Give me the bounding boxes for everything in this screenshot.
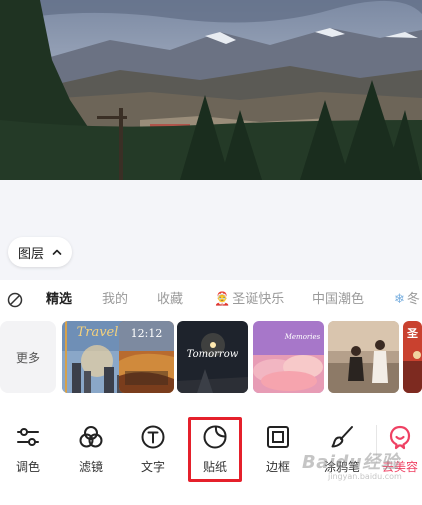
santa-emoji: 🤶 <box>214 292 231 307</box>
chevron-up-icon <box>52 249 62 255</box>
adjust-sliders-icon <box>17 428 39 446</box>
sticker-category-tabs: 精选 我的 收藏 🤶 圣诞快乐 中国潮色 ❄ 冬 <box>0 290 422 312</box>
sticker-thumbnail[interactable]: 12:12 <box>119 321 174 393</box>
photo-preview[interactable] <box>0 0 422 180</box>
tool-label: 边框 <box>265 460 290 474</box>
sticker-thumbnail-text: Tomorrow <box>186 349 239 360</box>
snowflake-emoji: ❄ <box>394 292 405 307</box>
tool-label: 滤镜 <box>78 460 103 474</box>
tab-favorites[interactable]: 收藏 <box>157 291 183 309</box>
tool-text[interactable]: 文字 <box>125 424 181 476</box>
sticker-thumbnail-text: 圣 <box>407 327 418 340</box>
brush-icon <box>331 426 353 448</box>
highlight-box <box>188 417 242 482</box>
tab-chinese-trend-color[interactable]: 中国潮色 <box>312 291 364 309</box>
watermark-subtext: jingyan.baidu.com <box>328 472 402 481</box>
beauty-app-icon <box>389 425 411 450</box>
sticker-list: 更多 Travel 12:12 Tomorrow Memories 圣 <box>0 321 422 393</box>
tab-merry-christmas-label: 圣诞快乐 <box>232 292 285 307</box>
sticker-thumbnail-text: Memories <box>284 333 321 341</box>
layer-button-label: 图层 <box>17 246 44 262</box>
watermark: Baidu经验 jingyan.baidu.com <box>302 448 402 481</box>
more-stickers-button[interactable]: 更多 <box>0 321 56 393</box>
tab-featured[interactable]: 精选 <box>46 291 72 309</box>
watermark-text: Baidu经验 <box>302 452 400 473</box>
no-sticker-icon[interactable] <box>7 292 23 308</box>
frame-icon <box>267 426 289 448</box>
tool-label: 调色 <box>15 460 40 474</box>
tab-merry-christmas[interactable]: 🤶 圣诞快乐 <box>214 291 284 309</box>
tab-winter-label: 冬 <box>406 292 420 307</box>
filter-circles-icon <box>79 426 103 448</box>
tool-label: 文字 <box>140 460 165 474</box>
sticker-thumbnail[interactable] <box>328 321 399 393</box>
layer-button[interactable]: 图层 <box>8 237 72 267</box>
sticker-thumbnail[interactable]: Tomorrow <box>177 321 248 393</box>
more-stickers-label: 更多 <box>15 350 40 365</box>
sticker-thumbnail-text: 12:12 <box>130 327 163 340</box>
tab-winter[interactable]: ❄ 冬 <box>394 291 420 309</box>
tab-mine[interactable]: 我的 <box>102 291 128 309</box>
tool-adjust-color[interactable]: 调色 <box>0 424 56 476</box>
tool-frame[interactable]: 边框 <box>250 424 306 476</box>
tool-filter[interactable]: 滤镜 <box>63 424 119 476</box>
text-icon <box>141 425 165 449</box>
sticker-thumbnail[interactable]: 圣 <box>403 321 422 393</box>
sticker-thumbnail[interactable]: Memories <box>253 321 324 393</box>
